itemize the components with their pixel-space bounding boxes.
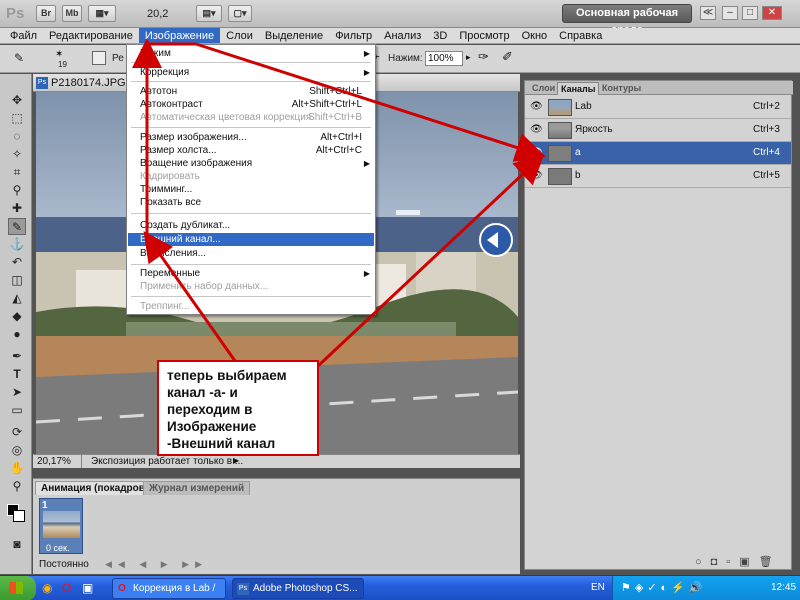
quicklaunch-browser-icon[interactable]: ◉ [42, 581, 52, 595]
quicklaunch-opera-icon[interactable]: O [62, 581, 71, 595]
windows-logo-icon [9, 582, 23, 594]
opera-icon: O [118, 583, 126, 594]
system-tray: EN ⚑◈✓◐⚡🔊 12:45 [591, 576, 800, 600]
language-indicator[interactable]: EN [591, 582, 605, 593]
clock: 12:45 [771, 582, 797, 593]
arrow-note-to-channel [316, 153, 545, 368]
annotation-arrows [132, 38, 546, 369]
start-button[interactable] [0, 576, 36, 600]
windows-taskbar: ◉ O ▣ O Коррекция в Lab / P... Ps Adobe … [0, 575, 800, 600]
annotation-note: теперь выбираем канал -а- и переходим в … [157, 360, 319, 456]
arrow-to-apply-image [143, 231, 242, 369]
taskbar-item-photoshop[interactable]: Ps Adobe Photoshop CS... [232, 578, 364, 599]
photoshop-icon: Ps [237, 583, 249, 595]
taskbar-item-opera[interactable]: O Коррекция в Lab / P... [112, 578, 226, 599]
tray-icons[interactable]: ⚑◈✓◐⚡🔊 [621, 581, 707, 594]
quicklaunch-desktop-icon[interactable]: ▣ [82, 581, 93, 595]
arrow-to-channel-a [195, 42, 546, 162]
